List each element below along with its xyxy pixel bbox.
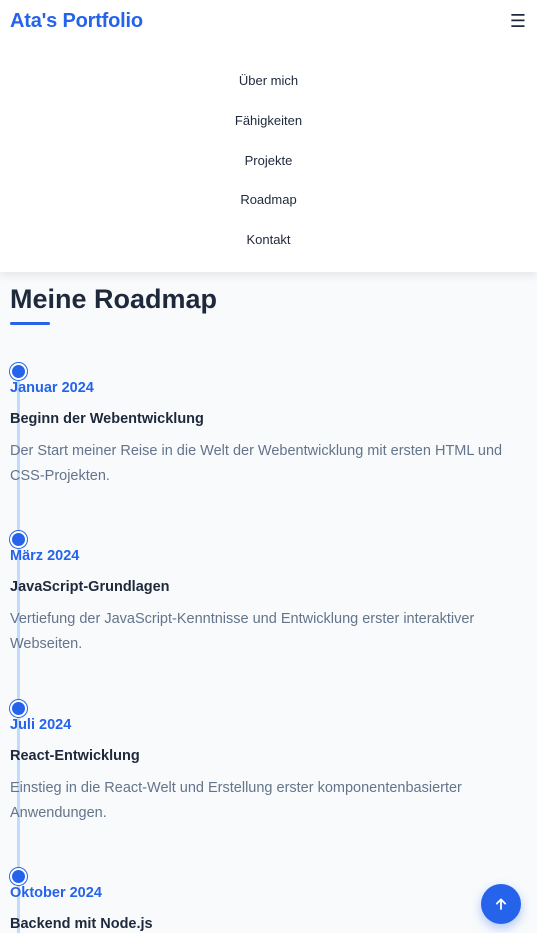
back-to-top-button[interactable] bbox=[481, 884, 521, 924]
nav-item-skills: Fähigkeiten bbox=[0, 112, 537, 152]
nav-item-projects: Projekte bbox=[0, 152, 537, 192]
nav-link-projects[interactable]: Projekte bbox=[245, 153, 293, 168]
timeline-date: Januar 2024 bbox=[10, 380, 94, 396]
timeline-date: Oktober 2024 bbox=[10, 885, 102, 901]
arrow-up-icon bbox=[495, 898, 507, 910]
timeline-dot bbox=[10, 531, 27, 548]
site-header: Ata's Portfolio ☰ bbox=[0, 0, 537, 46]
timeline-item-description: Vertiefung der JavaScript-Kenntnisse und… bbox=[10, 611, 475, 652]
timeline-date: März 2024 bbox=[10, 548, 80, 564]
timeline-item-title: JavaScript-Grundlagen bbox=[10, 579, 170, 595]
nav-item-about: Über mich bbox=[0, 72, 537, 112]
timeline-dot bbox=[10, 700, 27, 717]
timeline-date: Juli 2024 bbox=[10, 717, 72, 733]
site-logo[interactable]: Ata's Portfolio bbox=[10, 10, 143, 33]
timeline-item-description: Einstieg in die React-Welt und Erstellun… bbox=[10, 780, 462, 821]
hamburger-menu-icon[interactable]: ☰ bbox=[507, 8, 529, 34]
timeline-item-title: React-Entwicklung bbox=[10, 748, 140, 764]
title-underline bbox=[10, 322, 50, 325]
nav-link-about[interactable]: Über mich bbox=[239, 73, 298, 88]
section-title: Meine Roadmap bbox=[10, 284, 218, 314]
timeline-item-title: Backend mit Node.js bbox=[10, 916, 153, 932]
nav-link-contact[interactable]: Kontakt bbox=[246, 232, 290, 247]
nav-item-roadmap: Roadmap bbox=[0, 191, 537, 231]
nav-link-roadmap[interactable]: Roadmap bbox=[240, 192, 296, 207]
timeline-item-title: Beginn der Webentwicklung bbox=[10, 411, 204, 427]
timeline-dot bbox=[10, 868, 27, 885]
timeline-dot bbox=[10, 363, 27, 380]
nav-item-contact: Kontakt bbox=[0, 231, 537, 271]
nav-link-skills[interactable]: Fähigkeiten bbox=[235, 113, 302, 128]
mobile-nav-menu: Über mich Fähigkeiten Projekte Roadmap K… bbox=[0, 46, 537, 272]
nav-list: Über mich Fähigkeiten Projekte Roadmap K… bbox=[0, 46, 537, 271]
timeline-item-description: Der Start meiner Reise in die Welt der W… bbox=[10, 443, 503, 484]
page: Ata's Portfolio ☰ Über mich Fähigkeiten … bbox=[0, 0, 537, 933]
